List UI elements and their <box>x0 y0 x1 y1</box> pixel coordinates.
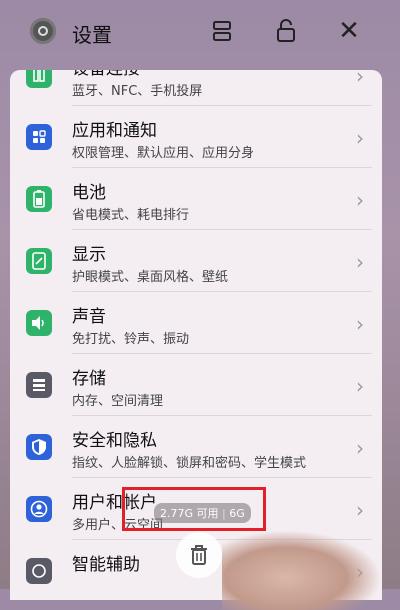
trash-icon[interactable] <box>176 532 222 578</box>
shield-icon <box>26 434 52 460</box>
memory-total: 6G <box>229 507 245 520</box>
chevron-right-icon: › <box>356 374 364 398</box>
storage-icon <box>26 372 52 398</box>
display-icon <box>26 248 52 274</box>
window-title: 设置 <box>72 23 112 47</box>
item-subtitle: 蓝牙、NFC、手机投屏 <box>72 84 203 99</box>
sound-icon <box>26 310 52 336</box>
lock-icon[interactable] <box>271 16 301 46</box>
settings-item-security[interactable]: 安全和隐私 指纹、人脸解锁、锁屏和密码、学生模式 › <box>10 416 382 478</box>
item-subtitle: 省电模式、耗电排行 <box>72 208 190 223</box>
chevron-right-icon: › <box>356 250 364 274</box>
item-subtitle: 免打扰、铃声、振动 <box>72 332 190 347</box>
item-subtitle: 权限管理、默认应用、应用分身 <box>72 146 255 161</box>
item-title: 安全和隐私 <box>72 431 157 451</box>
user-account-icon <box>26 496 52 522</box>
chevron-right-icon: › <box>356 498 364 522</box>
item-title: 电池 <box>72 183 106 203</box>
chevron-right-icon: › <box>356 70 364 88</box>
window-titlebar: 设置 ✕ <box>0 0 400 62</box>
settings-gear-icon <box>30 18 56 44</box>
item-title: 设备连接 <box>72 70 140 79</box>
chevron-right-icon: › <box>356 188 364 212</box>
chevron-right-icon: › <box>356 312 364 336</box>
item-subtitle: 指纹、人脸解锁、锁屏和密码、学生模式 <box>72 456 307 471</box>
memory-status: 2.77G 可用 | 6G <box>154 503 251 523</box>
settings-item-apps[interactable]: 应用和通知 权限管理、默认应用、应用分身 › <box>10 106 382 168</box>
settings-item-sound[interactable]: 声音 免打扰、铃声、振动 › <box>10 292 382 354</box>
battery-icon <box>26 186 52 212</box>
item-title: 应用和通知 <box>72 121 157 141</box>
split-screen-icon[interactable] <box>207 16 237 46</box>
item-title: 声音 <box>72 307 106 327</box>
settings-item-battery[interactable]: 电池 省电模式、耗电排行 › <box>10 168 382 230</box>
chevron-right-icon: › <box>356 436 364 460</box>
item-subtitle: 护眼模式、桌面风格、壁纸 <box>72 270 229 285</box>
memory-available: 2.77G 可用 <box>160 507 219 520</box>
settings-item-display[interactable]: 显示 护眼模式、桌面风格、壁纸 › <box>10 230 382 292</box>
finger-overlay <box>222 530 382 610</box>
device-connect-icon <box>26 70 52 88</box>
close-icon[interactable]: ✕ <box>334 16 364 46</box>
item-title: 智能辅助 <box>72 555 140 575</box>
item-title: 存储 <box>72 369 106 389</box>
item-title: 显示 <box>72 245 106 265</box>
apps-icon <box>26 124 52 150</box>
smart-assist-icon <box>26 558 52 584</box>
chevron-right-icon: › <box>356 126 364 150</box>
settings-item-device-connect[interactable]: 设备连接 蓝牙、NFC、手机投屏 › <box>10 70 382 106</box>
settings-item-storage[interactable]: 存储 内存、空间清理 › <box>10 354 382 416</box>
item-subtitle: 内存、空间清理 <box>72 394 164 409</box>
